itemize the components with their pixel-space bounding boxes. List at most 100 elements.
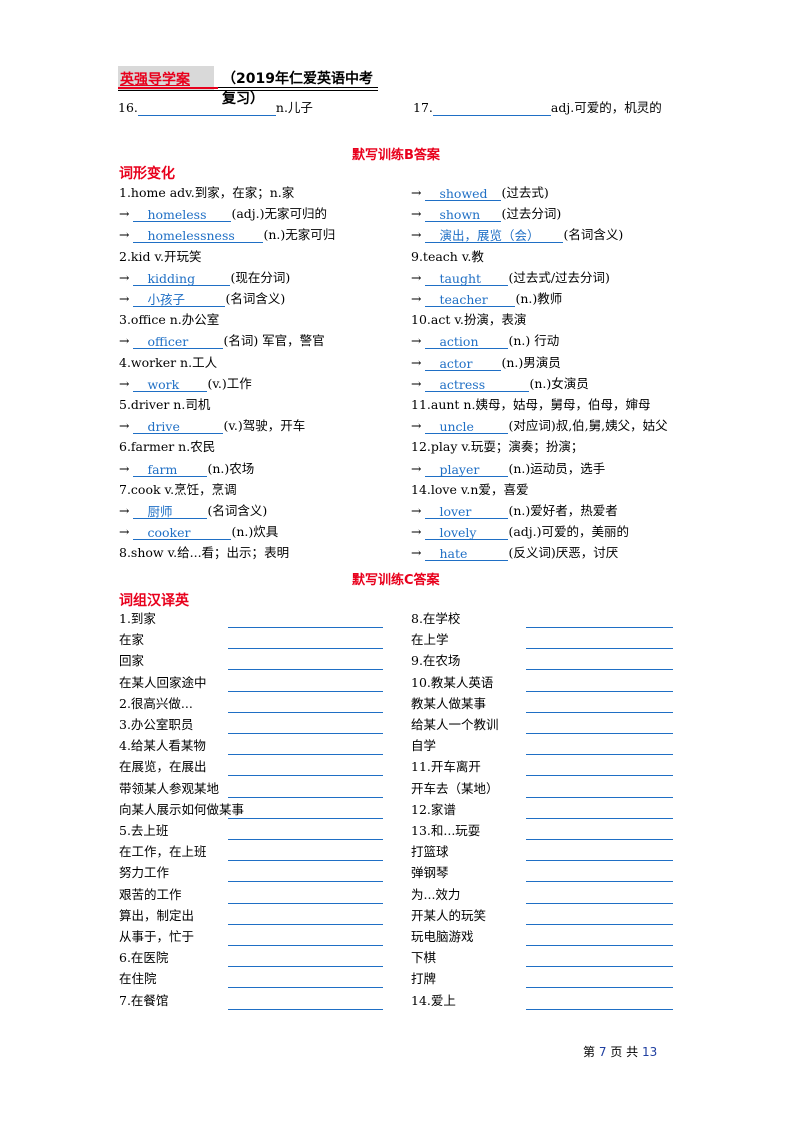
answer-blank-line[interactable] (228, 945, 383, 946)
current-page: 7 (598, 1045, 607, 1059)
answer-text: action (425, 334, 509, 350)
header-underline-bottom (118, 90, 378, 91)
answer-blank-line[interactable] (228, 775, 383, 777)
word-headword: 1.home adv.到家，在家；n.家 (119, 185, 295, 200)
phrase-item: 4.给某人看某物 (119, 738, 206, 754)
footer-prefix: 第 (583, 1045, 596, 1059)
phrase-chinese: 努力工作 (119, 865, 170, 881)
word-headword: 8.show v.给...看；出示；表明 (119, 545, 290, 561)
answer-blank-line[interactable] (228, 881, 383, 883)
answer-note: (n.)运动员，选手 (508, 460, 606, 476)
answer-blank-line[interactable] (228, 1008, 383, 1010)
phrase-chinese: 在展览，在展出 (119, 759, 207, 775)
answer-text: actor (425, 356, 502, 371)
answer-blank-line[interactable] (228, 966, 383, 968)
answer-blank-line[interactable] (228, 627, 383, 628)
phrase-item: 9.在农场 (411, 653, 460, 669)
phrase-chinese: 给某人一个教训 (411, 717, 499, 732)
answer-line: → homelessness (n.)无家可归 (119, 227, 335, 244)
answer-blank-line[interactable] (526, 923, 673, 925)
fill-blank[interactable] (137, 101, 276, 116)
arrow-icon: → (411, 269, 426, 285)
answer-blank-line[interactable] (228, 648, 383, 650)
footer-middle: 页 共 (610, 1045, 639, 1059)
answer-blank-line[interactable] (526, 796, 673, 798)
phrase-item: 在住院 (119, 971, 157, 987)
word-headword: 10.act v.扮演，表演 (411, 312, 527, 328)
phrase-item: 8.在学校 (411, 611, 460, 627)
word-headword: 14.love v.n爱，喜爱 (411, 481, 529, 497)
phrase-chinese: 9.在农场 (411, 653, 461, 669)
answer-blank-line[interactable] (526, 669, 673, 671)
item-number: 16. (118, 100, 138, 115)
answer-text: lover (425, 504, 509, 519)
answer-blank-line[interactable] (526, 1008, 673, 1010)
answer-line: → work (v.)工作 (119, 376, 252, 392)
answer-note: (n.)农场 (207, 460, 255, 476)
phrase-item: 12.家谱 (411, 802, 456, 818)
phrase-chinese: 下棋 (411, 950, 437, 966)
answer-blank-line[interactable] (526, 648, 673, 650)
phrase-item: 在工作，在上班 (119, 844, 207, 860)
answer-line: → action (n.) 行动 (411, 333, 559, 350)
answer-blank-line[interactable] (228, 796, 383, 798)
answer-blank-line[interactable] (526, 839, 673, 840)
answer-line: → 演出，展览（会） (名词含义) (411, 227, 624, 244)
answer-blank-line[interactable] (228, 817, 383, 819)
answer-blank-line[interactable] (228, 860, 383, 862)
answer-blank-line[interactable] (526, 902, 673, 904)
answer-line: → uncle (对应词)叔,伯,舅,姨父，姑父 (411, 418, 668, 435)
word-entry: 2.kid v.开玩笑 (119, 249, 202, 265)
arrow-icon: → (411, 354, 426, 370)
answer-blank-line[interactable] (526, 987, 673, 989)
phrase-item: 2.很高兴做... (119, 696, 193, 712)
answer-blank-line[interactable] (526, 627, 673, 628)
answer-blank-line[interactable] (228, 711, 383, 713)
answer-blank-line[interactable] (526, 945, 673, 946)
answer-blank-line[interactable] (228, 923, 383, 925)
phrase-item: 11.开车离开 (411, 759, 481, 775)
arrow-icon: → (411, 418, 426, 434)
answer-blank-line[interactable] (526, 690, 673, 692)
fill-blank[interactable] (432, 101, 551, 116)
answer-text: hate (425, 546, 509, 562)
answer-blank-line[interactable] (526, 733, 673, 734)
item-17: 17. adj.可爱的，机灵的 (413, 100, 662, 116)
answer-blank-line[interactable] (228, 839, 383, 840)
phrase-item: 艰苦的工作 (119, 887, 182, 903)
phrase-item: 打篮球 (411, 844, 449, 860)
answer-blank-line[interactable] (228, 902, 383, 904)
phrase-chinese: 算出，制定出 (119, 907, 195, 923)
answer-blank-line[interactable] (228, 754, 383, 756)
phrase-item: 在展览，在展出 (119, 759, 207, 775)
answer-blank-line[interactable] (526, 860, 673, 862)
answer-blank-line[interactable] (228, 987, 383, 989)
answer-note: (n.)炊具 (231, 524, 279, 540)
answer-blank-line[interactable] (526, 711, 673, 713)
answer-blank-line[interactable] (526, 775, 673, 777)
answer-line: → homeless (adj.)无家可归的 (119, 206, 327, 223)
phrase-item: 7.在餐馆 (119, 993, 168, 1009)
answer-blank-line[interactable] (526, 966, 673, 968)
answer-note: (名词含义) (563, 227, 624, 243)
header-underline-red (118, 87, 218, 89)
word-entry: 10.act v.扮演，表演 (411, 312, 526, 328)
phrase-chinese: 从事于，忙于 (119, 929, 195, 944)
word-headword: 5.driver n.司机 (119, 397, 211, 412)
section-c-title: 默写训练C答案 (352, 573, 440, 588)
header-underline (218, 87, 378, 88)
phrase-chinese: 在家 (119, 632, 145, 648)
phrase-chinese: 自学 (411, 738, 437, 754)
answer-blank-line[interactable] (228, 733, 383, 734)
phrase-item: 玩电脑游戏 (411, 929, 474, 945)
answer-blank-line[interactable] (228, 669, 383, 671)
answer-line: → 厨师 (名词含义) (119, 503, 267, 519)
answer-blank-line[interactable] (228, 690, 383, 692)
answer-blank-line[interactable] (526, 817, 673, 819)
answer-blank-line[interactable] (526, 754, 673, 756)
answer-blank-line[interactable] (526, 881, 673, 883)
phrase-chinese: 带领某人参观某地 (119, 780, 220, 796)
arrow-icon: → (411, 227, 426, 243)
section-b-title: 默写训练B答案 (352, 148, 440, 163)
answer-line: → lovely (adj.)可爱的，美丽的 (411, 524, 629, 541)
